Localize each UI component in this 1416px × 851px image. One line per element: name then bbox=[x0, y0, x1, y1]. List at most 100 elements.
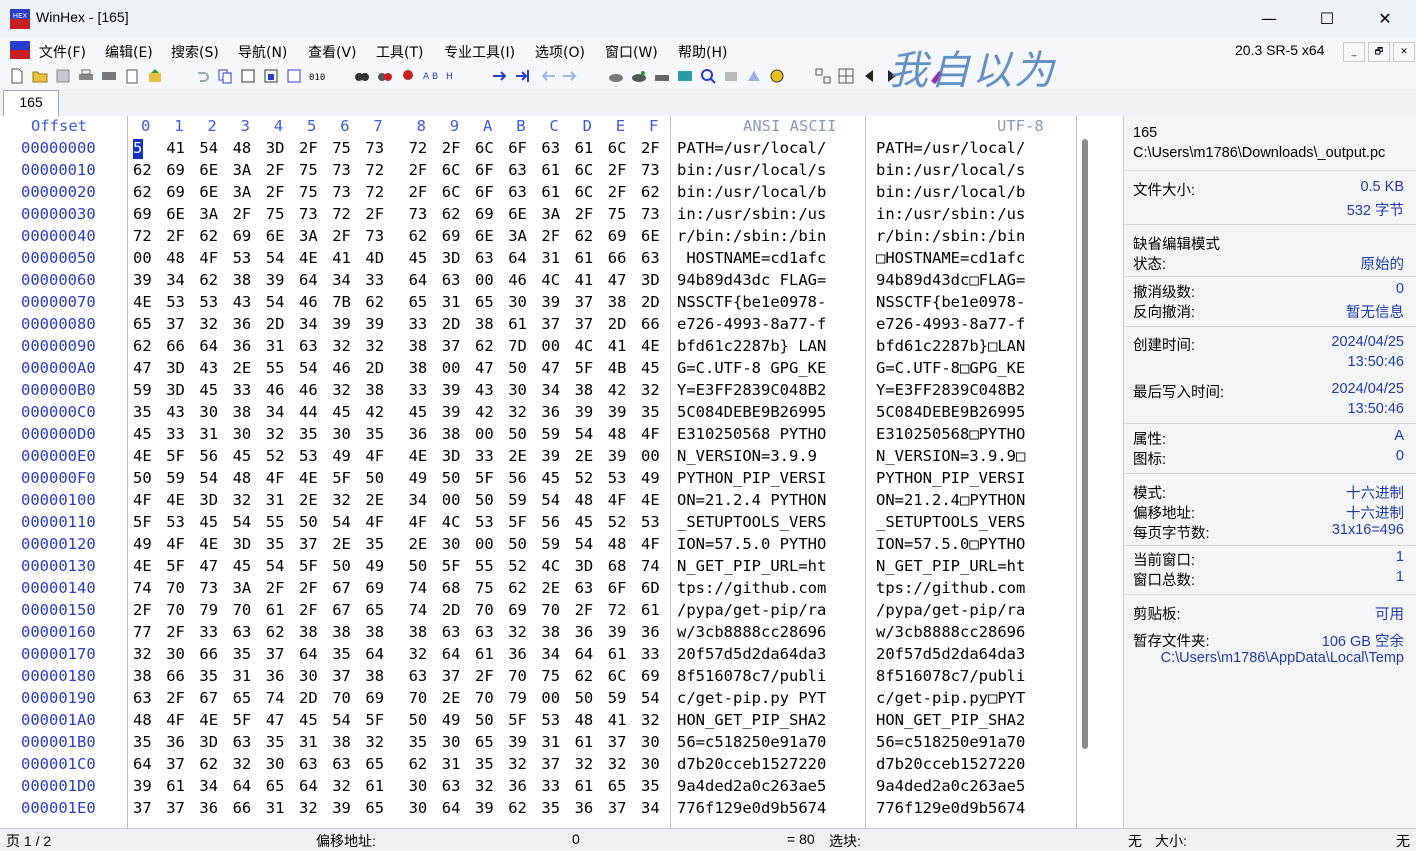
hex-byte[interactable]: 73 bbox=[409, 205, 428, 223]
table-row[interactable]: 00000130 4E 5F 47 45 54 5F 50 49 50 5F 55 52 4C 3D 68 74… bbox=[0, 557, 1076, 579]
hex-byte[interactable]: 66 bbox=[166, 667, 185, 685]
hex-byte[interactable]: 37 bbox=[608, 733, 627, 751]
hex-byte[interactable]: 54 bbox=[332, 711, 351, 729]
hex-byte[interactable]: 63 bbox=[442, 623, 461, 641]
hex-byte[interactable]: 50 bbox=[299, 513, 318, 531]
menu-window[interactable]: 窗口(W) bbox=[605, 42, 658, 62]
hex-byte[interactable]: 63 bbox=[409, 667, 428, 685]
hex-byte[interactable]: 63 bbox=[508, 161, 527, 179]
hex-byte[interactable]: 50 bbox=[508, 425, 527, 443]
hex-byte[interactable]: 30 bbox=[233, 425, 252, 443]
hex-byte[interactable]: 65 bbox=[475, 733, 494, 751]
hex-byte[interactable]: 70 bbox=[332, 689, 351, 707]
hex-byte[interactable]: 52 bbox=[608, 513, 627, 531]
hex-byte[interactable]: 2F bbox=[233, 205, 252, 223]
undo-icon[interactable] bbox=[193, 67, 211, 85]
menu-search[interactable]: 搜索(S) bbox=[171, 42, 219, 62]
ansi-text[interactable]: PYTHON_PIP_VERSI bbox=[677, 469, 826, 487]
hex-byte[interactable]: 34 bbox=[299, 315, 318, 333]
hex-byte[interactable]: 2E bbox=[332, 535, 351, 553]
hex-byte[interactable]: 30 bbox=[508, 381, 527, 399]
hex-byte[interactable]: 64 bbox=[442, 799, 461, 817]
hex-byte[interactable]: 50 bbox=[365, 469, 384, 487]
forward-icon[interactable] bbox=[561, 67, 579, 85]
hex-byte[interactable]: 69 bbox=[508, 601, 527, 619]
hex-byte[interactable]: 30 bbox=[199, 403, 218, 421]
hex-byte[interactable]: 56 bbox=[199, 447, 218, 465]
back-icon[interactable] bbox=[539, 67, 557, 85]
hex-byte[interactable]: 4F bbox=[133, 491, 152, 509]
open-ram-icon[interactable] bbox=[630, 67, 648, 85]
menu-navigation[interactable]: 导航(N) bbox=[238, 42, 287, 62]
hex-byte[interactable]: 62 bbox=[133, 161, 152, 179]
hex-byte[interactable]: 36 bbox=[409, 425, 428, 443]
hex-byte[interactable]: 39 bbox=[332, 315, 351, 333]
table-row[interactable]: 00000110 5F 53 45 54 55 50 54 4F 4F 4C 53 5F 56 45 52 53… bbox=[0, 513, 1076, 535]
hex-byte[interactable]: 2F bbox=[166, 689, 185, 707]
hex-byte[interactable]: 4E bbox=[199, 711, 218, 729]
hex-byte[interactable]: 47 bbox=[475, 359, 494, 377]
hex-byte[interactable]: 35 bbox=[365, 425, 384, 443]
hex-byte[interactable]: 5F bbox=[299, 557, 318, 575]
mdi-close-button[interactable]: ✕ bbox=[1393, 42, 1415, 62]
hex-byte[interactable]: 72 bbox=[409, 139, 428, 157]
hex-byte[interactable]: 69 bbox=[641, 667, 660, 685]
hex-byte[interactable]: 56 bbox=[541, 513, 560, 531]
folder-up-icon[interactable] bbox=[146, 67, 164, 85]
hex-byte[interactable]: 6F bbox=[508, 139, 527, 157]
hex-byte[interactable]: 75 bbox=[541, 667, 560, 685]
utf8-text[interactable]: NSSCTF{be1e0978- bbox=[876, 293, 1025, 311]
write-clipboard-icon[interactable] bbox=[285, 67, 303, 85]
hex-byte[interactable]: 3D bbox=[266, 139, 285, 157]
hex-byte[interactable]: 34 bbox=[641, 799, 660, 817]
hex-byte[interactable]: 5F bbox=[575, 359, 594, 377]
hex-byte[interactable]: 32 bbox=[575, 755, 594, 773]
hex-byte[interactable]: 65 bbox=[233, 689, 252, 707]
hex-byte[interactable]: 5F bbox=[475, 469, 494, 487]
hex-byte[interactable]: 79 bbox=[199, 601, 218, 619]
hex-byte[interactable]: 6C bbox=[442, 161, 461, 179]
hex-byte[interactable]: 64 bbox=[199, 337, 218, 355]
hex-byte[interactable]: 45 bbox=[575, 513, 594, 531]
hex-byte[interactable]: 38 bbox=[365, 623, 384, 641]
hex-byte[interactable]: 4F bbox=[365, 447, 384, 465]
disk-tools-icon[interactable] bbox=[653, 67, 671, 85]
hex-byte[interactable]: 32 bbox=[508, 755, 527, 773]
utf8-text[interactable]: N_GET_PIP_URL=ht bbox=[876, 557, 1025, 575]
hex-byte[interactable]: 3D bbox=[199, 733, 218, 751]
ansi-text[interactable]: e726-4993-8a77-f bbox=[677, 315, 826, 333]
ansi-text[interactable]: bfd61c2287b} LAN bbox=[677, 337, 826, 355]
goto-sector-icon[interactable] bbox=[514, 67, 532, 85]
hex-byte[interactable]: 36 bbox=[166, 733, 185, 751]
hex-byte[interactable]: 4E bbox=[299, 469, 318, 487]
hex-byte[interactable]: 54 bbox=[641, 689, 660, 707]
hex-byte[interactable]: 74 bbox=[266, 689, 285, 707]
mdi-minimize-button[interactable]: _ bbox=[1343, 42, 1365, 62]
paste-icon[interactable] bbox=[262, 67, 280, 85]
hex-byte[interactable]: 65 bbox=[475, 293, 494, 311]
hex-byte[interactable]: 55 bbox=[475, 557, 494, 575]
hex-byte[interactable]: 4F bbox=[199, 249, 218, 267]
hex-byte[interactable]: 37 bbox=[166, 315, 185, 333]
open-disk-icon[interactable] bbox=[607, 67, 625, 85]
hex-byte[interactable]: 4E bbox=[133, 293, 152, 311]
table-row[interactable]: 000001A0 48 4F 4E 5F 47 45 54 5F 50 49 50 5F 53 48 41 32… bbox=[0, 711, 1076, 733]
ansi-text[interactable]: 56=c518250e91a70 bbox=[677, 733, 826, 751]
hex-byte[interactable]: 2F bbox=[133, 601, 152, 619]
hex-byte[interactable]: 32 bbox=[365, 337, 384, 355]
hex-byte[interactable]: 5F bbox=[166, 447, 185, 465]
hex-byte[interactable]: 65 bbox=[266, 777, 285, 795]
hex-byte[interactable]: 50 bbox=[133, 139, 152, 157]
hex-byte[interactable]: 63 bbox=[541, 139, 560, 157]
hex-byte[interactable]: 3D bbox=[166, 359, 185, 377]
hex-byte[interactable]: 69 bbox=[475, 205, 494, 223]
hex-byte[interactable]: 42 bbox=[475, 403, 494, 421]
hex-byte[interactable]: 49 bbox=[442, 711, 461, 729]
hex-byte[interactable]: 34 bbox=[541, 381, 560, 399]
hex-byte[interactable]: 3D bbox=[233, 535, 252, 553]
utf8-text[interactable]: bfd61c2287b}□LAN bbox=[876, 337, 1025, 355]
hex-byte[interactable]: 65 bbox=[365, 601, 384, 619]
save-icon[interactable] bbox=[54, 67, 72, 85]
hex-byte[interactable]: 70 bbox=[166, 601, 185, 619]
hex-byte[interactable]: 37 bbox=[442, 337, 461, 355]
